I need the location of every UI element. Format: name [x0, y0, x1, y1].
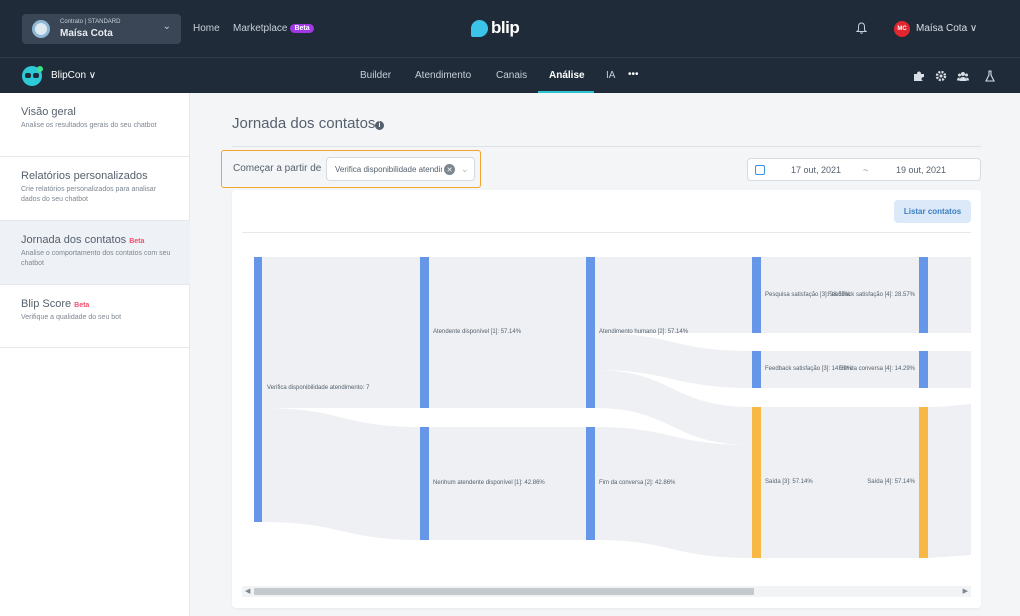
- node-label-n3: Atendimento humano [2]: 57.14%: [599, 329, 689, 335]
- start-node-value: Verifica disponibilidade atendimento: [335, 165, 442, 174]
- marketplace-link[interactable]: Marketplace Beta: [233, 23, 314, 34]
- sankey-svg: [254, 257, 971, 558]
- bot-nav-bar: BlipCon ∨ Builder Atendimento Canais Aná…: [0, 57, 1020, 93]
- node-n10[interactable]: [919, 407, 928, 558]
- link-n10-next[interactable]: [928, 404, 971, 558]
- node-label-n7: Saída [3]: 57.14%: [765, 479, 813, 485]
- sidebar-item-desc: Analise os resultados gerais do seu chat…: [21, 122, 157, 129]
- chevron-down-icon: ⌄: [162, 21, 171, 32]
- sidebar-item-title-text: Blip Score: [21, 298, 72, 310]
- scrollbar-thumb[interactable]: [254, 588, 754, 595]
- clear-icon[interactable]: ✕: [444, 164, 455, 175]
- link-n4-n7[interactable]: [595, 427, 752, 558]
- scroll-left-icon[interactable]: ◀: [245, 587, 250, 595]
- calendar-icon: [755, 165, 765, 175]
- node-label-n0: Verifica disponibilidade atendimento: 7: [267, 385, 370, 391]
- page-title: Jornada dos contatos: [232, 115, 376, 132]
- node-label-n8: Feedback satisfação [4]: 28.57%: [827, 292, 915, 298]
- start-node-select[interactable]: Verifica disponibilidade atendimento ✕ ⌄: [326, 157, 475, 181]
- blip-logo[interactable]: blip: [471, 17, 520, 39]
- node-n2[interactable]: [420, 427, 429, 540]
- node-n4[interactable]: [586, 427, 595, 540]
- sidebar-item-title: Visão geral: [21, 106, 76, 118]
- node-label-n2: Nenhum atendente disponível [1]: 42.86%: [433, 480, 545, 486]
- list-contacts-button[interactable]: Listar contatos: [894, 200, 971, 223]
- node-n9[interactable]: [919, 351, 928, 388]
- link-n9-next[interactable]: [928, 351, 971, 388]
- analysis-sidebar: Visão geral Analise os resultados gerais…: [0, 93, 190, 616]
- online-status-icon: [37, 66, 43, 72]
- date-range-picker[interactable]: 17 out, 2021 ~ 19 out, 2021: [747, 158, 981, 181]
- blip-logo-icon: [471, 19, 488, 37]
- journey-sankey[interactable]: Verifica disponibilidade atendimento: 7 …: [242, 240, 971, 580]
- node-n5[interactable]: [752, 257, 761, 333]
- beta-badge: Beta: [290, 24, 314, 33]
- more-tabs-icon[interactable]: •••: [628, 69, 639, 80]
- tab-canais[interactable]: Canais: [496, 70, 527, 81]
- marketplace-label: Marketplace: [233, 23, 288, 34]
- bell-icon[interactable]: [856, 22, 867, 34]
- chevron-down-icon[interactable]: ⌄: [461, 164, 469, 175]
- sidebar-item-title: Relatórios personalizados: [21, 170, 148, 182]
- tab-builder[interactable]: Builder: [360, 70, 391, 81]
- node-label-n10: Saída [4]: 57.14%: [867, 479, 915, 485]
- bot-selector[interactable]: BlipCon ∨: [51, 70, 96, 81]
- date-from[interactable]: 17 out, 2021: [791, 165, 841, 175]
- sidebar-item-relatorios[interactable]: Relatórios personalizados Crie relatório…: [0, 157, 190, 221]
- date-separator: ~: [863, 165, 869, 175]
- flask-icon[interactable]: [984, 70, 996, 82]
- sidebar-item-title-text: Jornada dos contatos: [21, 234, 127, 246]
- node-label-n9: Fim da conversa [4]: 14.29%: [838, 366, 915, 372]
- node-n3[interactable]: [586, 257, 595, 408]
- contract-selector[interactable]: Contrato | STANDARD Maísa Cota ⌄: [22, 14, 181, 44]
- link-n8-next[interactable]: [928, 257, 971, 333]
- top-bar: Contrato | STANDARD Maísa Cota ⌄ Home Ma…: [0, 0, 1020, 57]
- link-n3-n5[interactable]: [595, 257, 752, 333]
- logo-text: blip: [491, 18, 520, 37]
- active-tab-indicator: [538, 91, 594, 93]
- user-menu[interactable]: Maísa Cota ∨: [916, 23, 977, 34]
- puzzle-icon[interactable]: [913, 70, 925, 82]
- sidebar-item-desc: Crie relatórios personalizados para anal…: [21, 186, 157, 203]
- info-icon[interactable]: i: [375, 121, 384, 130]
- sidebar-item-blip-score[interactable]: Blip Score Beta Verifique a qualidade do …: [0, 285, 190, 348]
- home-link[interactable]: Home: [193, 23, 220, 34]
- sidebar-item-desc: Analise o comportamento dos contatos com…: [21, 250, 171, 267]
- start-label: Começar a partir de: [233, 163, 322, 174]
- node-n6[interactable]: [752, 351, 761, 388]
- tab-atendimento[interactable]: Atendimento: [415, 70, 471, 81]
- sidebar-item-title: Blip Score Beta: [21, 298, 89, 310]
- sidebar-item-desc: Verifique a qualidade do seu bot: [21, 314, 122, 321]
- sankey-links: [262, 257, 971, 558]
- scroll-right-icon[interactable]: ▶: [963, 587, 968, 595]
- gear-icon[interactable]: [935, 70, 947, 82]
- date-to[interactable]: 19 out, 2021: [896, 165, 946, 175]
- sidebar-item-title: Jornada dos contatos Beta: [21, 234, 144, 246]
- node-label-n1: Atendente disponível [1]: 57.14%: [433, 329, 522, 335]
- node-n8[interactable]: [919, 257, 928, 333]
- tab-ia[interactable]: IA: [606, 70, 615, 81]
- node-label-n4: Fim da conversa [2]: 42.86%: [599, 480, 676, 486]
- node-n0[interactable]: [254, 257, 262, 522]
- user-avatar[interactable]: MC: [894, 21, 910, 37]
- divider: [232, 146, 981, 147]
- tab-analise[interactable]: Análise: [549, 70, 585, 81]
- beta-badge: Beta: [74, 302, 90, 309]
- divider: [242, 232, 971, 233]
- contract-avatar: [32, 20, 50, 38]
- link-n0-n2[interactable]: [262, 408, 420, 540]
- contract-plan: Contrato | STANDARD: [60, 19, 121, 25]
- sidebar-item-jornada[interactable]: Jornada dos contatos Beta Analise o compo…: [0, 221, 190, 285]
- node-n1[interactable]: [420, 257, 429, 408]
- contract-name: Maísa Cota: [60, 28, 113, 39]
- sidebar-item-visao-geral[interactable]: Visão geral Analise os resultados gerais…: [0, 93, 190, 157]
- team-icon[interactable]: [957, 70, 969, 82]
- horizontal-scrollbar[interactable]: ◀ ▶: [242, 586, 971, 597]
- beta-badge: Beta: [129, 238, 145, 245]
- node-n7[interactable]: [752, 407, 761, 558]
